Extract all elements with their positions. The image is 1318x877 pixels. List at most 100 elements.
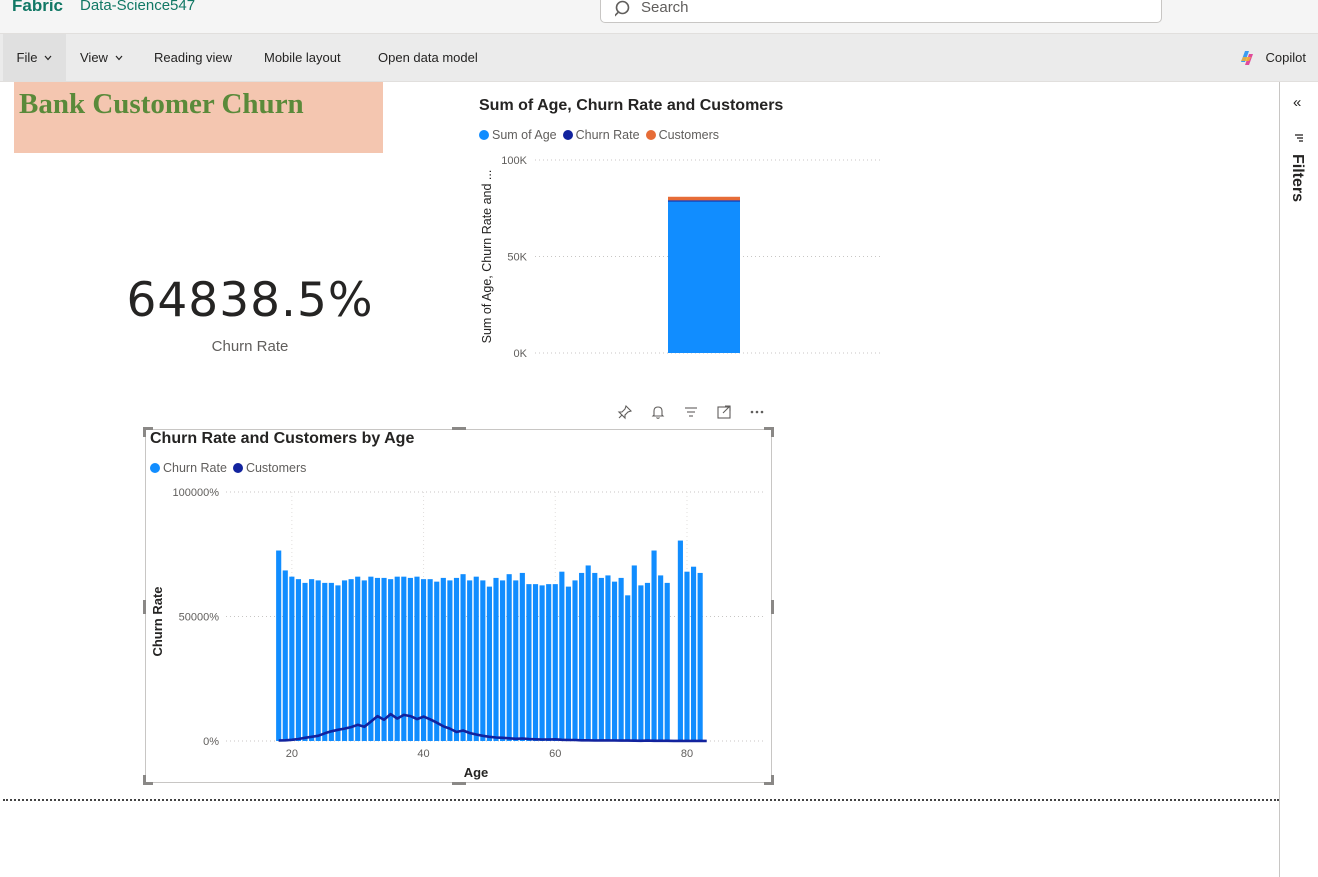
bar bbox=[341, 580, 348, 741]
bar bbox=[677, 540, 683, 741]
search-icon bbox=[615, 0, 630, 17]
chart1-title: Sum of Age, Churn Rate and Customers bbox=[479, 97, 784, 114]
bar bbox=[559, 571, 565, 741]
bar bbox=[434, 581, 440, 741]
legend-label: Sum of Age bbox=[492, 128, 557, 142]
legend-dot bbox=[150, 463, 160, 473]
file-menu[interactable]: File bbox=[3, 34, 66, 81]
bar bbox=[651, 550, 657, 741]
chart2-plot[interactable]: 100000% 50000% 0% 20 40 60 80 Age Churn Rate bbox=[146, 480, 771, 780]
y-tick-label: 100K bbox=[501, 155, 527, 167]
bar bbox=[697, 572, 703, 741]
visual-header bbox=[608, 404, 773, 426]
bar bbox=[447, 580, 453, 741]
bar bbox=[546, 584, 552, 741]
card-label: Churn Rate bbox=[211, 338, 289, 355]
focus-mode-icon[interactable] bbox=[707, 404, 740, 426]
report-title-box[interactable]: Bank Customer Churn bbox=[14, 82, 383, 153]
bar bbox=[506, 574, 512, 741]
y-tick-label: 0K bbox=[514, 348, 528, 360]
filters-pane[interactable]: « Filters bbox=[1279, 82, 1318, 877]
mobile-layout-button[interactable]: Mobile layout bbox=[264, 34, 341, 81]
chart2-legend: Churn Rate Customers bbox=[150, 461, 312, 475]
bar bbox=[328, 582, 334, 741]
bar bbox=[526, 584, 532, 741]
bar bbox=[572, 580, 578, 741]
legend-dot bbox=[562, 130, 573, 140]
resize-handle[interactable] bbox=[143, 427, 146, 437]
chevron-down-icon bbox=[45, 55, 52, 60]
bar bbox=[598, 577, 604, 741]
bar bbox=[638, 585, 644, 741]
bar bbox=[592, 572, 598, 741]
copilot-button[interactable]: Copilot bbox=[1237, 34, 1306, 81]
y-tick-label: 0% bbox=[203, 736, 219, 748]
resize-handle[interactable] bbox=[452, 427, 466, 430]
bar bbox=[644, 582, 651, 741]
legend-item[interactable]: Customers bbox=[232, 461, 306, 475]
file-menu-label: File bbox=[16, 50, 38, 65]
chart1-plot[interactable]: 100K 50K 0K Sum of Age, Churn Rate and ... bbox=[470, 145, 890, 365]
bar bbox=[322, 582, 328, 741]
bar bbox=[585, 565, 591, 741]
collapse-pane-icon[interactable]: « bbox=[1293, 94, 1301, 111]
chart2-title: Churn Rate and Customers by Age bbox=[150, 430, 415, 447]
bar bbox=[664, 582, 670, 741]
resize-handle[interactable] bbox=[771, 775, 774, 785]
bar bbox=[427, 579, 433, 741]
top-bar: Fabric Data-Science547 Search bbox=[0, 0, 1318, 33]
chart1-legend: Sum of Age Churn Rate Customers bbox=[479, 128, 725, 142]
bar bbox=[440, 577, 446, 741]
x-tick-label: 20 bbox=[286, 748, 298, 760]
bar-segment bbox=[668, 200, 740, 202]
bar bbox=[276, 550, 282, 741]
copilot-icon bbox=[1240, 50, 1253, 65]
more-options-icon[interactable] bbox=[740, 404, 773, 426]
legend-item[interactable]: Churn Rate bbox=[150, 461, 227, 475]
bar-segment bbox=[668, 196, 740, 201]
bar bbox=[684, 571, 690, 741]
open-data-model-button[interactable]: Open data model bbox=[378, 34, 478, 81]
page-boundary bbox=[3, 799, 1279, 801]
bar-segment bbox=[668, 201, 740, 353]
legend-item[interactable]: Customers bbox=[645, 128, 719, 142]
chevron-down-icon bbox=[115, 55, 123, 60]
bar bbox=[309, 579, 315, 741]
resize-handle[interactable] bbox=[452, 782, 466, 785]
filters-label[interactable]: Filters bbox=[1288, 154, 1306, 202]
bar bbox=[618, 577, 624, 741]
x-tick-label: 40 bbox=[417, 748, 429, 760]
bar bbox=[513, 580, 519, 741]
filter-icon[interactable] bbox=[674, 404, 707, 426]
workspace-name[interactable]: Data-Science547 bbox=[80, 0, 195, 14]
legend-dot bbox=[479, 130, 489, 140]
bar bbox=[611, 581, 618, 741]
bar bbox=[690, 566, 697, 741]
bar bbox=[500, 580, 506, 741]
bar bbox=[625, 595, 631, 741]
bar bbox=[631, 565, 637, 741]
legend-label: Churn Rate bbox=[163, 461, 227, 475]
resize-handle[interactable] bbox=[771, 427, 774, 437]
search-placeholder: Search bbox=[641, 0, 689, 16]
bar bbox=[295, 579, 302, 741]
x-tick-label: 80 bbox=[681, 748, 693, 760]
legend-label: Customers bbox=[658, 128, 719, 142]
app-brand[interactable]: Fabric bbox=[12, 0, 63, 16]
search-box[interactable]: Search bbox=[600, 0, 1162, 23]
view-menu[interactable]: View bbox=[80, 34, 123, 81]
report-title: Bank Customer Churn bbox=[19, 88, 304, 120]
bar bbox=[361, 580, 367, 741]
bar bbox=[289, 576, 295, 741]
pin-icon[interactable] bbox=[608, 404, 641, 426]
bar bbox=[658, 575, 664, 741]
bar bbox=[467, 580, 473, 741]
legend-item[interactable]: Churn Rate bbox=[562, 128, 640, 142]
legend-item[interactable]: Sum of Age bbox=[479, 128, 557, 142]
bar bbox=[302, 582, 308, 741]
resize-handle[interactable] bbox=[771, 600, 774, 614]
reading-view-button[interactable]: Reading view bbox=[154, 34, 232, 81]
copilot-label: Copilot bbox=[1265, 50, 1306, 65]
bar bbox=[460, 574, 466, 741]
bell-icon[interactable] bbox=[641, 404, 674, 426]
